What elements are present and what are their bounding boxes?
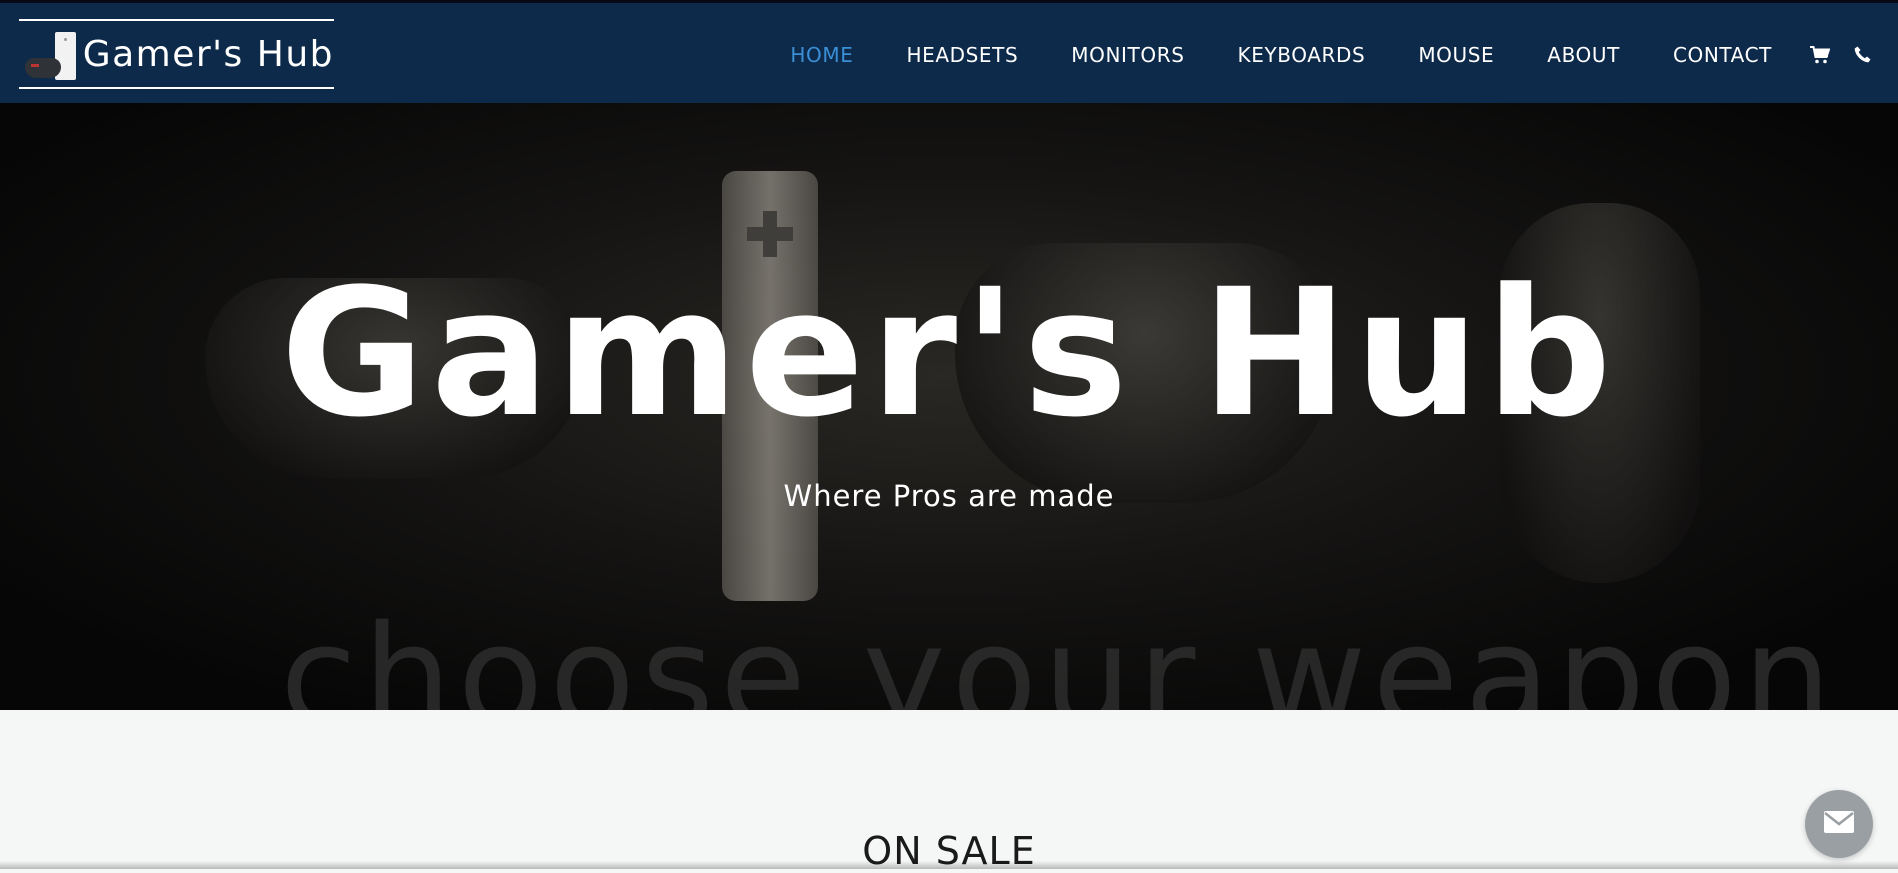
message-button[interactable] [1805,790,1873,858]
brand-name: Gamer's Hub [82,33,334,75]
nav-item-mouse[interactable]: MOUSE [1418,43,1494,67]
top-navbar: Gamer's Hub HOME HEADSETS MONITORS KEYBO… [0,0,1898,103]
brand-logo-link[interactable]: Gamer's Hub [19,19,334,89]
cart-icon[interactable] [1810,45,1830,65]
main-nav: HOME HEADSETS MONITORS KEYBOARDS MOUSE A… [790,3,1898,106]
hero-title: Gamer's Hub [280,251,1618,456]
hero-background-slogan: choose your weapon [280,596,1838,711]
console-controller-logo-icon [25,28,76,80]
controller-shape [25,58,61,78]
nav-item-home[interactable]: HOME [790,43,853,67]
nav-item-headsets[interactable]: HEADSETS [906,43,1018,67]
phone-icon[interactable] [1852,45,1872,65]
hero-banner: choose your weapon Gamer's Hub Where Pro… [0,103,1898,710]
nav-item-monitors[interactable]: MONITORS [1071,43,1184,67]
nav-item-about[interactable]: ABOUT [1547,43,1620,67]
nav-item-contact[interactable]: CONTACT [1673,43,1772,67]
viewport-bottom-shadow [0,861,1898,869]
nav-item-keyboards[interactable]: KEYBOARDS [1238,43,1366,67]
envelope-icon [1823,810,1855,838]
hero-subtitle: Where Pros are made [783,479,1115,513]
